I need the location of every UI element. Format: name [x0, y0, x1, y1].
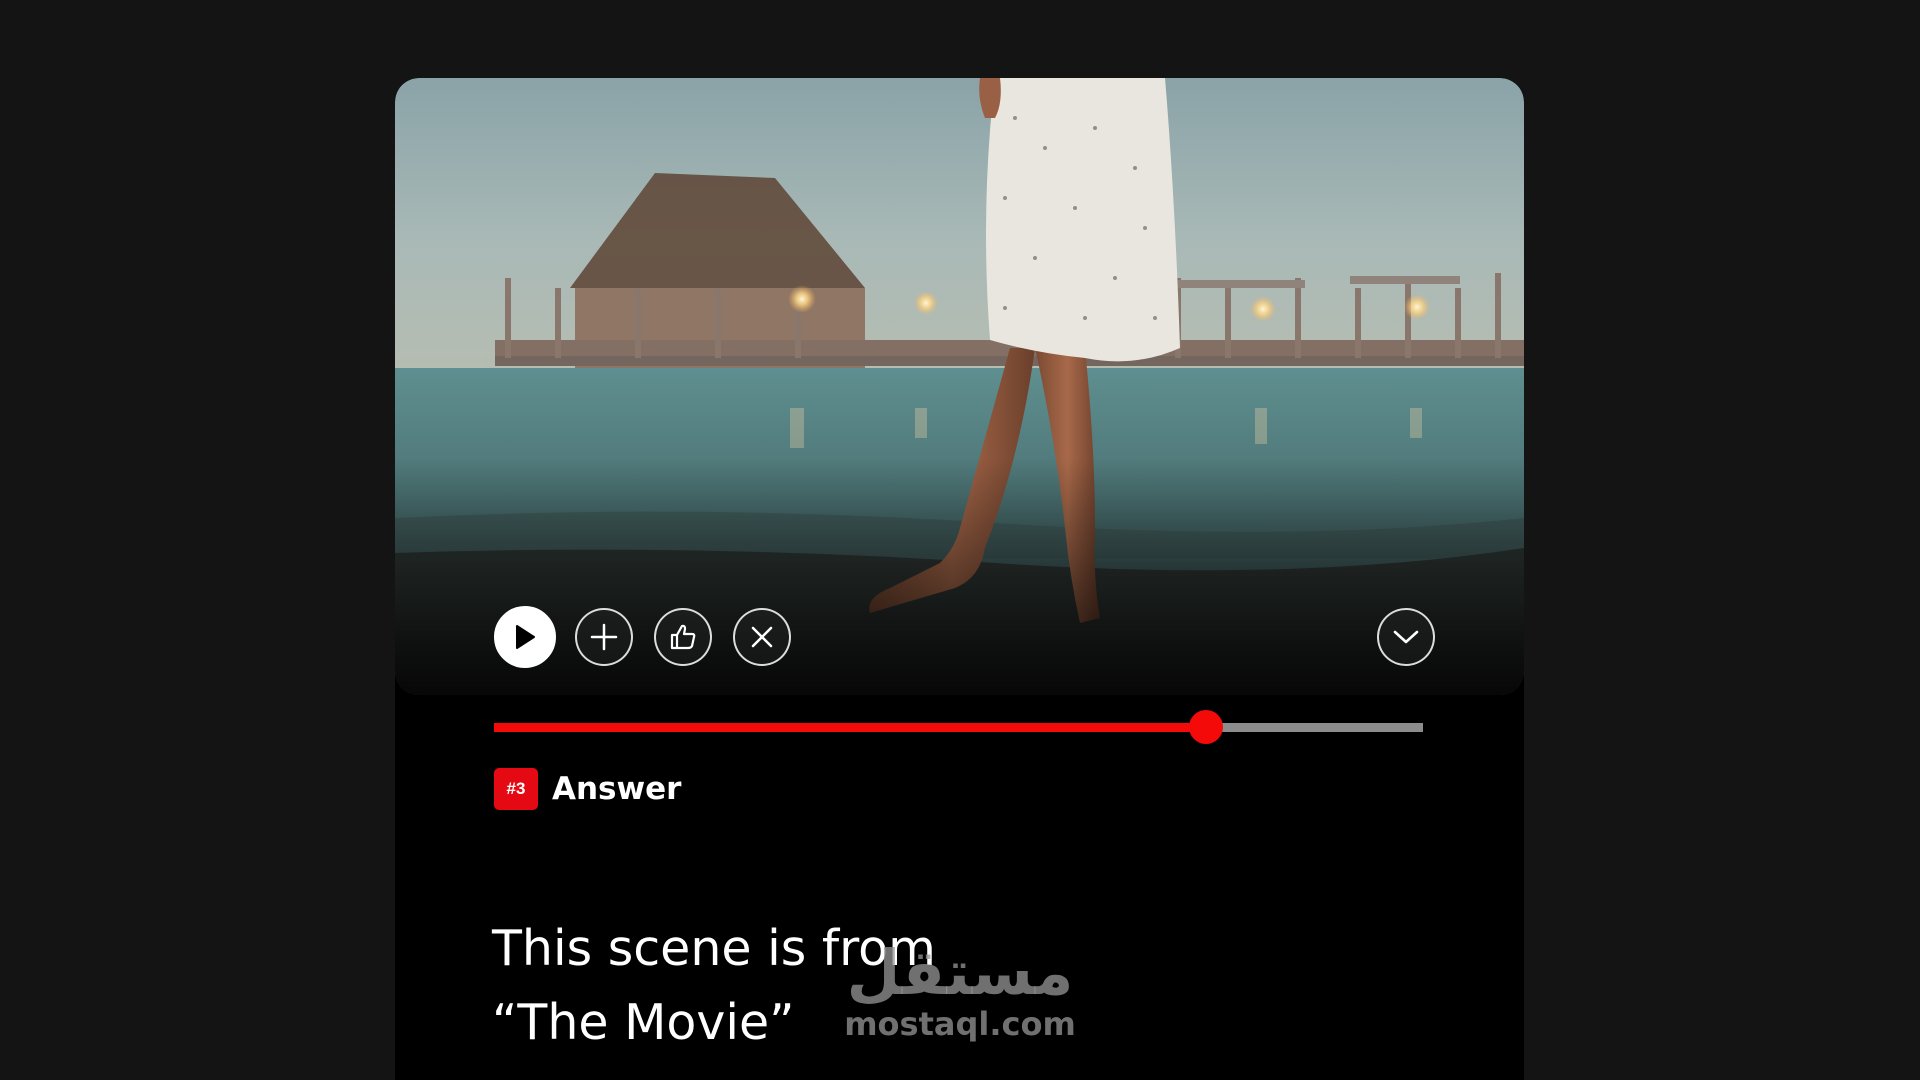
- playback-progress-bar[interactable]: [494, 710, 1423, 744]
- close-icon: [751, 626, 773, 648]
- watermark-arabic: مستقل: [846, 936, 1074, 1009]
- answer-label: Answer: [552, 771, 682, 807]
- more-info-button[interactable]: [1377, 608, 1435, 666]
- chevron-down-icon: [1393, 630, 1419, 644]
- add-to-list-button[interactable]: [575, 608, 633, 666]
- thumbs-up-icon: [670, 624, 696, 650]
- dismiss-button[interactable]: [733, 608, 791, 666]
- progress-scrubber-handle[interactable]: [1188, 710, 1223, 744]
- rank-badge: #3: [494, 768, 538, 810]
- play-button[interactable]: [494, 606, 556, 668]
- like-button[interactable]: [654, 608, 712, 666]
- plus-icon: [590, 623, 618, 651]
- answer-header: #3 Answer: [494, 768, 681, 810]
- watermark-logo: مستقل mostaql.com: [840, 936, 1080, 1043]
- play-icon: [516, 625, 535, 649]
- video-scene-image[interactable]: [395, 78, 1524, 695]
- video-card: #3 Answer This scene is from “The Movie”: [395, 78, 1524, 1080]
- watermark-latin: mostaql.com: [844, 1005, 1076, 1043]
- progress-fill: [494, 723, 1206, 732]
